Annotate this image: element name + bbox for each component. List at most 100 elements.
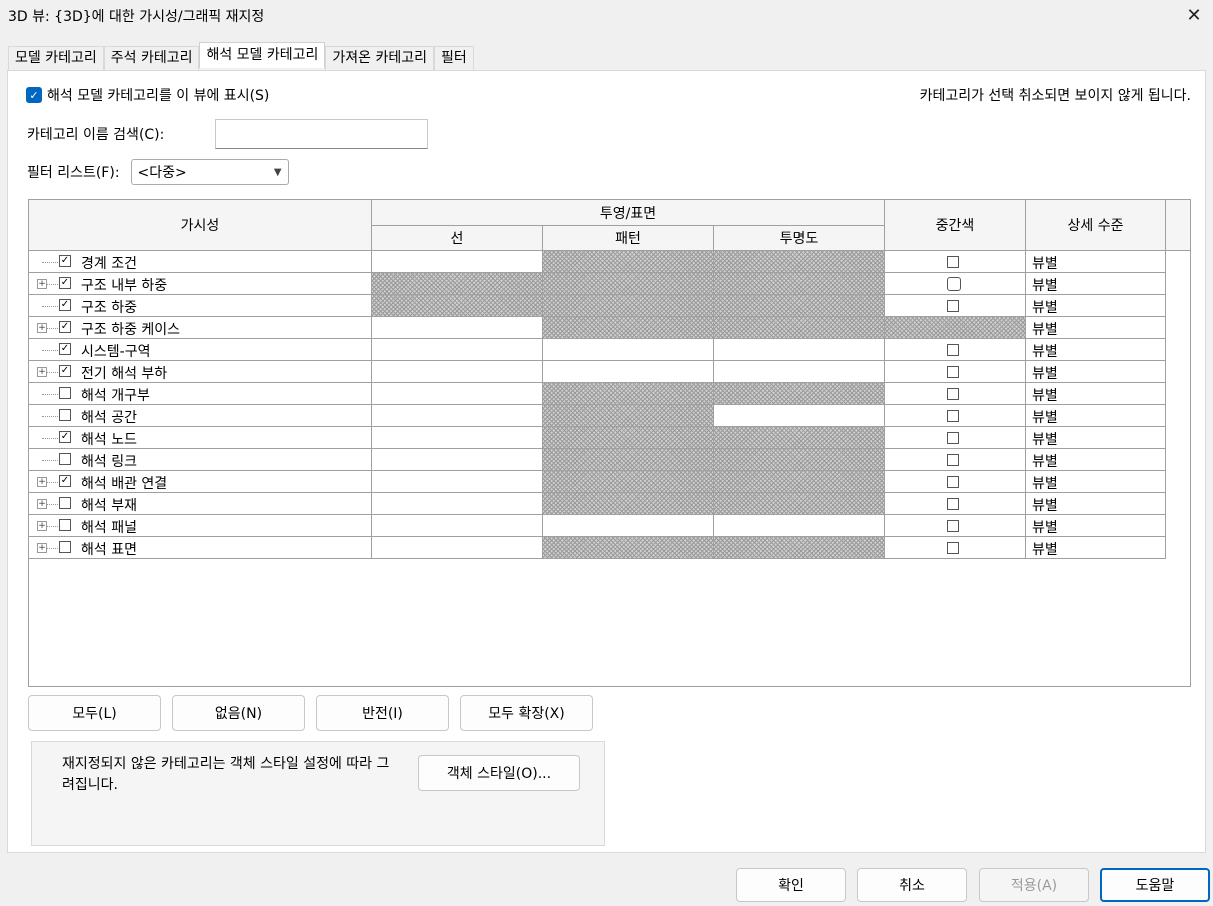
halftone-cell[interactable] [885,537,1026,559]
transparency-cell[interactable] [714,493,885,515]
transparency-cell[interactable] [714,295,885,317]
expand-icon[interactable]: + [37,367,47,377]
help-button[interactable]: 도움말 [1100,868,1210,902]
detail-level-cell[interactable]: 뷰별 [1026,427,1166,449]
visibility-checkbox[interactable]: ✓ [59,431,71,443]
line-cell[interactable] [372,493,543,515]
halftone-cell[interactable] [885,251,1026,273]
show-categories-option[interactable]: ✓ 해석 모델 카테고리를 이 뷰에 표시(S) [26,85,269,105]
tree-connector[interactable]: + [33,515,60,537]
transparency-cell[interactable] [714,471,885,493]
detail-level-cell[interactable]: 뷰별 [1026,515,1166,537]
expand-icon[interactable]: + [37,477,47,487]
line-cell[interactable] [372,537,543,559]
line-cell[interactable] [372,427,543,449]
visibility-checkbox[interactable] [59,541,71,553]
detail-level-cell[interactable]: 뷰별 [1026,537,1166,559]
pattern-cell[interactable] [543,537,714,559]
visibility-cell[interactable]: 해석 링크 [29,449,372,471]
detail-level-cell[interactable]: 뷰별 [1026,317,1166,339]
transparency-cell[interactable] [714,361,885,383]
visibility-checkbox[interactable]: ✓ [59,475,71,487]
expand-icon[interactable]: + [37,323,47,333]
expand-icon[interactable]: + [37,543,47,553]
line-cell[interactable] [372,449,543,471]
apply-button[interactable]: 적용(A) [979,868,1089,902]
line-cell[interactable] [372,295,543,317]
line-cell[interactable] [372,383,543,405]
category-row[interactable]: ✓ 시스템-구역 뷰별 [29,339,1166,361]
detail-level-cell[interactable]: 뷰별 [1026,339,1166,361]
detail-level-cell[interactable]: 뷰별 [1026,383,1166,405]
expand-all-button[interactable]: 모두 확장(X) [460,695,593,731]
visibility-checkbox[interactable]: ✓ [59,365,71,377]
visibility-checkbox[interactable]: ✓ [59,277,71,289]
transparency-cell[interactable] [714,251,885,273]
visibility-cell[interactable]: + 해석 부재 [29,493,372,515]
category-search-input[interactable] [215,119,428,149]
expand-icon[interactable]: + [37,521,47,531]
tab-analytical-model-categories[interactable]: 해석 모델 카테고리 [199,42,326,68]
visibility-checkbox[interactable]: ✓ [59,321,71,333]
detail-level-cell[interactable]: 뷰별 [1026,405,1166,427]
line-cell[interactable] [372,515,543,537]
visibility-cell[interactable]: + ✓ 해석 배관 연결 [29,471,372,493]
visibility-cell[interactable]: 해석 개구부 [29,383,372,405]
detail-level-cell[interactable]: 뷰별 [1026,361,1166,383]
detail-level-cell[interactable]: 뷰별 [1026,273,1166,295]
tab-model-categories[interactable]: 모델 카테고리 [8,46,104,70]
close-icon[interactable]: ✕ [1183,4,1205,26]
tree-connector[interactable]: + [33,493,60,515]
halftone-cell[interactable] [885,361,1026,383]
visibility-cell[interactable]: + 해석 표면 [29,537,372,559]
halftone-checkbox[interactable] [947,277,961,291]
detail-level-cell[interactable]: 뷰별 [1026,493,1166,515]
pattern-cell[interactable] [543,515,714,537]
visibility-checkbox[interactable]: ✓ [59,343,71,355]
transparency-cell[interactable] [714,537,885,559]
visibility-checkbox[interactable] [59,519,71,531]
cancel-button[interactable]: 취소 [857,868,967,902]
halftone-checkbox[interactable] [947,256,959,268]
object-styles-button[interactable]: 객체 스타일(O)... [418,755,580,791]
detail-level-cell[interactable]: 뷰별 [1026,251,1166,273]
halftone-cell[interactable] [885,339,1026,361]
line-cell[interactable] [372,273,543,295]
halftone-checkbox[interactable] [947,300,959,312]
visibility-cell[interactable]: ✓ 시스템-구역 [29,339,372,361]
halftone-cell[interactable] [885,515,1026,537]
category-row[interactable]: ✓ 구조 하중 뷰별 [29,295,1166,317]
transparency-cell[interactable] [714,449,885,471]
visibility-checkbox[interactable] [59,497,71,509]
transparency-cell[interactable] [714,383,885,405]
pattern-cell[interactable] [543,427,714,449]
visibility-checkbox[interactable]: ✓ [59,255,71,267]
halftone-cell[interactable] [885,405,1026,427]
detail-level-cell[interactable]: 뷰별 [1026,471,1166,493]
visibility-checkbox[interactable] [59,387,71,399]
halftone-checkbox[interactable] [947,432,959,444]
pattern-cell[interactable] [543,471,714,493]
expand-icon[interactable]: + [37,499,47,509]
column-header-visibility[interactable]: 가시성 [29,200,372,251]
pattern-cell[interactable] [543,405,714,427]
halftone-checkbox[interactable] [947,520,959,532]
pattern-cell[interactable] [543,449,714,471]
tree-connector[interactable]: + [33,273,60,295]
line-cell[interactable] [372,317,543,339]
halftone-cell[interactable] [885,273,1026,295]
category-row[interactable]: + ✓ 해석 배관 연결 뷰별 [29,471,1166,493]
category-row[interactable]: + ✓ 전기 해석 부하 뷰별 [29,361,1166,383]
visibility-cell[interactable]: + 해석 패널 [29,515,372,537]
category-row[interactable]: + ✓ 구조 하중 케이스 뷰별 [29,317,1166,339]
transparency-cell[interactable] [714,339,885,361]
visibility-checkbox[interactable] [59,409,71,421]
visibility-cell[interactable]: ✓ 해석 노드 [29,427,372,449]
halftone-cell[interactable] [885,383,1026,405]
pattern-cell[interactable] [543,339,714,361]
tree-connector[interactable]: + [33,361,60,383]
pattern-cell[interactable] [543,273,714,295]
line-cell[interactable] [372,405,543,427]
expand-icon[interactable]: + [37,279,47,289]
line-cell[interactable] [372,361,543,383]
